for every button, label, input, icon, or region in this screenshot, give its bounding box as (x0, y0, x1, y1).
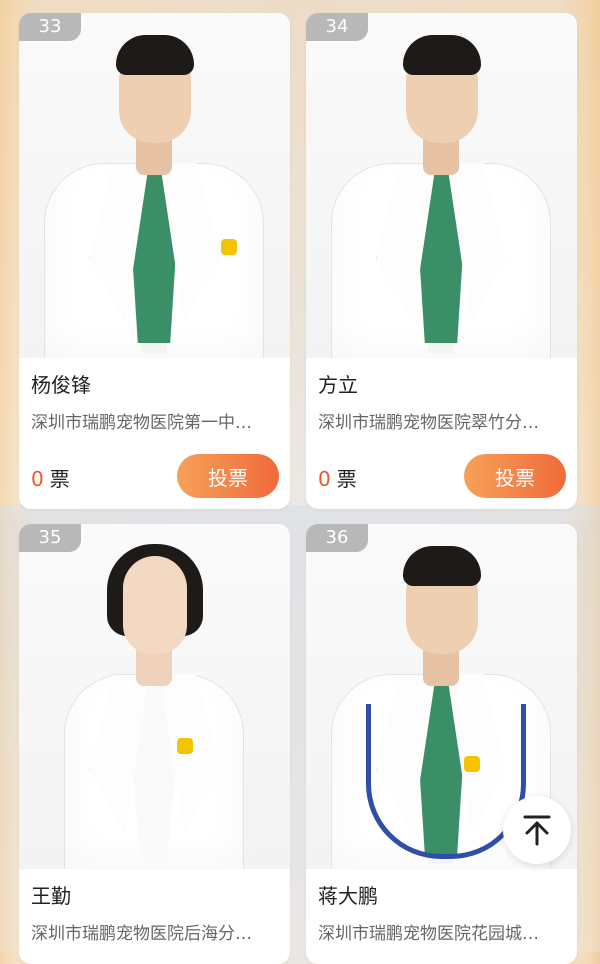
rank-badge: 33 (19, 13, 81, 41)
clinic-logo-icon (464, 756, 480, 772)
candidate-photo (19, 524, 290, 869)
candidate-card[interactable]: 35 王勤 深圳市瑞鹏宠物医院后海分… (19, 524, 290, 964)
arrow-up-to-line-icon (523, 815, 551, 846)
back-to-top-button[interactable] (503, 796, 571, 864)
vote-count: 0票 (31, 463, 70, 492)
candidate-card[interactable]: 36 蒋大鹏 深圳市瑞鹏宠物医院花园城… (306, 524, 577, 964)
rank-badge: 34 (306, 13, 368, 41)
candidate-hospital: 深圳市瑞鹏宠物医院花园城… (318, 924, 539, 944)
candidate-name: 蒋大鹏 (318, 884, 378, 908)
candidate-hospital: 深圳市瑞鹏宠物医院翠竹分… (318, 413, 539, 433)
candidate-name: 方立 (318, 373, 358, 397)
vote-count-number: 0 (31, 467, 44, 491)
clinic-logo-icon (221, 239, 237, 255)
vote-count-number: 0 (318, 467, 331, 491)
stethoscope-icon (366, 704, 526, 859)
candidate-photo (306, 13, 577, 358)
vote-count: 0票 (318, 463, 357, 492)
rank-badge: 36 (306, 524, 368, 552)
vote-button[interactable]: 投票 (177, 454, 279, 498)
candidate-hospital: 深圳市瑞鹏宠物医院后海分… (31, 924, 252, 944)
vote-unit: 票 (49, 467, 70, 491)
rank-badge: 35 (19, 524, 81, 552)
candidate-photo (19, 13, 290, 358)
candidate-card[interactable]: 33 杨俊锋 深圳市瑞鹏宠物医院第一中… 0票 投票 (19, 13, 290, 509)
candidate-name: 杨俊锋 (31, 373, 91, 397)
candidate-card[interactable]: 34 方立 深圳市瑞鹏宠物医院翠竹分… 0票 投票 (306, 13, 577, 509)
vote-button[interactable]: 投票 (464, 454, 566, 498)
candidate-hospital: 深圳市瑞鹏宠物医院第一中… (31, 413, 252, 433)
candidate-name: 王勤 (31, 884, 71, 908)
vote-unit: 票 (336, 467, 357, 491)
clinic-logo-icon (177, 738, 193, 754)
